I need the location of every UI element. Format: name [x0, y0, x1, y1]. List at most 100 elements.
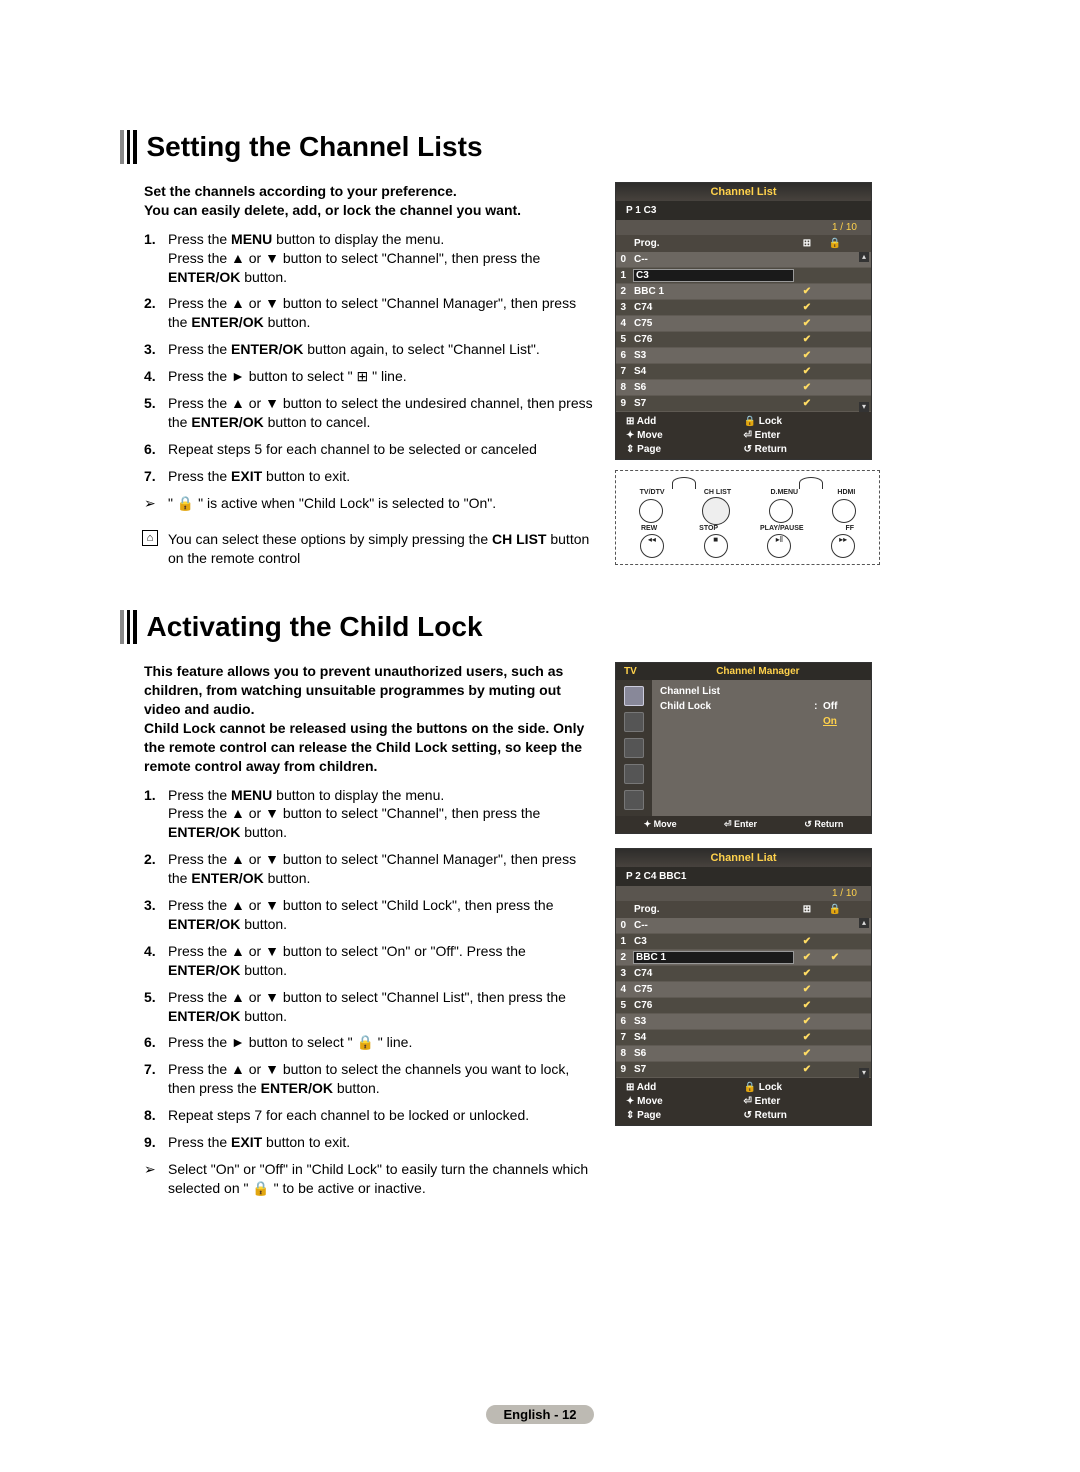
header-bars-icon	[120, 130, 137, 164]
osd-channel-row[interactable]: 6S3✔	[616, 348, 871, 364]
sidebar-icon	[624, 712, 644, 732]
osd-channel-row[interactable]: 5C76✔	[616, 998, 871, 1014]
scroll-up-icon[interactable]: ▴	[859, 252, 869, 262]
osd-footer-lock: 🔒 Lock	[744, 416, 862, 427]
child-lock-on-selected: On	[823, 716, 863, 727]
remote-label: FF	[845, 525, 854, 533]
remote-label: CH LIST	[704, 489, 731, 497]
step: Repeat steps 5 for each channel to be se…	[144, 440, 595, 459]
section2-note: Select "On" or "Off" in "Child Lock" to …	[120, 1160, 595, 1198]
remote-button	[769, 499, 793, 523]
col-prog: Prog.	[634, 238, 793, 249]
step: Press the ▲ or ▼ button to select "Chann…	[144, 294, 595, 332]
osd-cm-title: Channel Manager	[645, 663, 871, 680]
remote-arc-icon	[799, 477, 823, 489]
osd-channel-row[interactable]: 3C74✔	[616, 300, 871, 316]
section1-tip: You can select these options by simply p…	[120, 530, 595, 568]
scroll-up-icon[interactable]: ▴	[859, 918, 869, 928]
cm-footer-enter: ⏎ Enter	[724, 819, 757, 830]
remote-play-icon: ▸‖	[767, 534, 791, 558]
osd-channel-row[interactable]: 4C75✔	[616, 316, 871, 332]
page-footer: English - 12	[0, 1406, 1080, 1424]
section2-intro1: This feature allows you to prevent unaut…	[144, 663, 563, 717]
osd-cm-footer: ✦ Move ⏎ Enter ↺ Return	[616, 816, 871, 833]
osd-channel-row[interactable]: 6S3✔	[616, 1014, 871, 1030]
osd-channel-list-2: Channel Liat P 2 C4 BBC1 1 / 10 Prog. ⊞ …	[615, 848, 872, 1126]
osd1-counter: 1 / 10	[616, 220, 871, 235]
osd-channel-row[interactable]: 5C76✔	[616, 332, 871, 348]
scroll-down-icon[interactable]: ▾	[859, 402, 869, 412]
osd2-counter: 1 / 10	[616, 886, 871, 901]
osd-channel-row[interactable]: 4C75✔	[616, 982, 871, 998]
col-prog: Prog.	[634, 904, 793, 915]
cm-footer-move: ✦ Move	[644, 819, 677, 830]
osd1-table-head: Prog. ⊞ 🔒	[616, 235, 871, 252]
step: Press the ▲ or ▼ button to select "Chann…	[144, 850, 595, 888]
osd2-table-head: Prog. ⊞ 🔒	[616, 901, 871, 918]
section2-body: This feature allows you to prevent unaut…	[120, 662, 595, 1203]
step: Press the ▲ or ▼ button to select "Child…	[144, 896, 595, 934]
remote-ff-icon: ▸▸	[831, 534, 855, 558]
osd-footer-add: ⊞ Add	[626, 1082, 744, 1093]
section2-intro2: Child Lock cannot be released using the …	[144, 720, 584, 774]
header-bars-icon	[120, 610, 137, 644]
osd-cm-sidebar	[616, 680, 652, 816]
remote-label: REW	[641, 525, 657, 533]
osd-channel-row[interactable]: 2BBC 1✔✔	[616, 950, 871, 966]
osd-channel-row[interactable]: 9S7✔	[616, 396, 871, 412]
osd-footer-move: ✦ Move	[626, 1096, 744, 1107]
sidebar-icon	[624, 738, 644, 758]
osd-footer-lock: 🔒 Lock	[744, 1082, 862, 1093]
section2-steps: Press the MENU button to display the men…	[120, 786, 595, 1152]
osd-footer-page: ⇕ Page	[626, 444, 744, 455]
remote-arc-icon	[672, 477, 696, 489]
step: Press the MENU button to display the men…	[144, 230, 595, 287]
osd-footer-return: ↺ Return	[744, 444, 862, 455]
osd-footer-add: ⊞ Add	[626, 416, 744, 427]
col-add-icon: ⊞	[793, 238, 821, 249]
osd-channel-row[interactable]: 2BBC 1✔	[616, 284, 871, 300]
remote-label: STOP	[699, 525, 718, 533]
cm-footer-return: ↺ Return	[804, 819, 843, 830]
remote-illustration: TV/DTV CH LIST D.MENU HDMI REW STOP PLAY…	[615, 470, 880, 565]
osd-channel-row[interactable]: 1C3	[616, 268, 871, 284]
remote-stop-icon: ■	[704, 534, 728, 558]
section1-steps: Press the MENU button to display the men…	[120, 230, 595, 486]
step: Repeat steps 7 for each channel to be lo…	[144, 1106, 595, 1125]
osd-channel-row[interactable]: 1C3✔	[616, 934, 871, 950]
remote-button	[639, 499, 663, 523]
scroll-down-icon[interactable]: ▾	[859, 1068, 869, 1078]
col-add-icon: ⊞	[793, 904, 821, 915]
section1-body: Set the channels according to your prefe…	[120, 182, 595, 574]
osd-channel-row[interactable]: 7S4✔	[616, 364, 871, 380]
page-number: English - 12	[486, 1405, 595, 1424]
osd2-footer: ⊞ Add 🔒 Lock ✦ Move ⏎ Enter ⇕ Page ↺ Ret…	[616, 1078, 871, 1125]
step: Press the MENU button to display the men…	[144, 786, 595, 843]
step: Press the ► button to select " ⊞ " line.	[144, 367, 595, 386]
remote-button	[832, 499, 856, 523]
step: Press the ENTER/OK button again, to sele…	[144, 340, 595, 359]
osd-footer-enter: ⏎ Enter	[744, 430, 862, 441]
osd-channel-list-1: Channel List P 1 C3 1 / 10 Prog. ⊞ 🔒 ▴ ▾…	[615, 182, 872, 460]
osd-footer-enter: ⏎ Enter	[744, 1096, 862, 1107]
osd-channel-row[interactable]: 3C74✔	[616, 966, 871, 982]
section1-note: " 🔒 " is active when "Child Lock" is sel…	[120, 494, 595, 513]
section1-title: Setting the Channel Lists	[147, 131, 483, 163]
menu-item-child-lock: Child Lock	[660, 701, 814, 712]
osd-channel-row[interactable]: 0C--	[616, 918, 871, 934]
osd-footer-move: ✦ Move	[626, 430, 744, 441]
section1-intro2: You can easily delete, add, or lock the …	[144, 202, 521, 218]
remote-label: HDMI	[837, 489, 855, 497]
osd2-sub: P 2 C4 BBC1	[616, 867, 871, 886]
remote-chlist-button	[702, 497, 730, 525]
child-lock-off: Off	[823, 701, 863, 712]
osd-channel-row[interactable]: 9S7✔	[616, 1062, 871, 1078]
osd-channel-row[interactable]: 8S6✔	[616, 380, 871, 396]
osd1-footer: ⊞ Add 🔒 Lock ✦ Move ⏎ Enter ⇕ Page ↺ Ret…	[616, 412, 871, 459]
section1-intro1: Set the channels according to your prefe…	[144, 183, 457, 199]
osd-channel-row[interactable]: 0C--	[616, 252, 871, 268]
osd-channel-row[interactable]: 7S4✔	[616, 1030, 871, 1046]
step: Press the ► button to select " 🔒 " line.	[144, 1033, 595, 1052]
osd-channel-row[interactable]: 8S6✔	[616, 1046, 871, 1062]
sidebar-icon	[624, 686, 644, 706]
